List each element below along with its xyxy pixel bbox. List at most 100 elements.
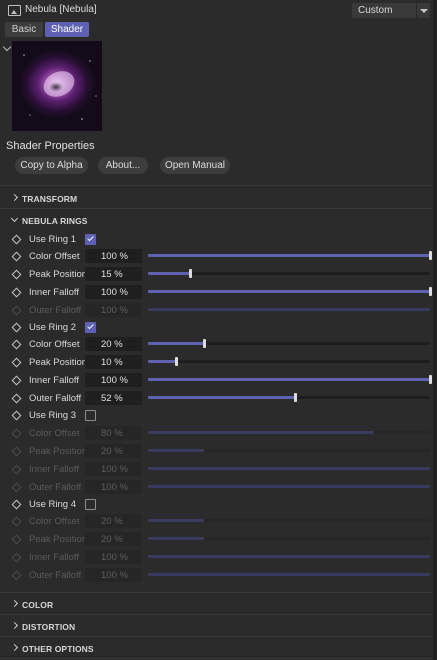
- about-button[interactable]: About...: [98, 157, 148, 174]
- param-slider[interactable]: [148, 357, 430, 366]
- use-ring-3-checkbox[interactable]: [85, 410, 96, 421]
- slider-handle[interactable]: [293, 393, 297, 402]
- param-slider[interactable]: [148, 251, 432, 260]
- diamond-icon[interactable]: [11, 287, 22, 298]
- use-ring-2-row: Use Ring 2: [0, 318, 433, 336]
- param-label: Outer Falloff: [29, 570, 82, 581]
- tab-shader[interactable]: Shader: [45, 22, 89, 37]
- slider-fill: [148, 290, 430, 293]
- chevron-right-icon: [10, 599, 19, 608]
- diamond-icon[interactable]: [11, 499, 22, 510]
- param-value-field[interactable]: 10 %: [85, 355, 142, 369]
- param-value: 10 %: [101, 357, 123, 368]
- param-value: 100 %: [101, 482, 128, 493]
- diamond-icon[interactable]: [11, 251, 22, 262]
- divider: [0, 208, 433, 209]
- param-label: Color Offset: [29, 428, 80, 439]
- chevron-right-icon: [10, 621, 19, 630]
- group-other-options[interactable]: OTHER OPTIONS: [0, 639, 433, 659]
- param-value-field[interactable]: 52 %: [85, 391, 142, 405]
- param-value-field[interactable]: 100 %: [85, 373, 142, 387]
- divider: [0, 592, 433, 593]
- param-value: 80 %: [101, 428, 123, 439]
- param-row: Peak Position 20 %: [0, 442, 433, 460]
- group-transform[interactable]: TRANSFORM: [0, 189, 433, 209]
- chevron-right-icon: [10, 193, 19, 202]
- param-value: 100 %: [101, 251, 128, 262]
- slider-handle[interactable]: [429, 287, 432, 296]
- slider-handle[interactable]: [175, 357, 179, 366]
- properties-panel: Nebula [Nebula] Custom Basic Shader Shad…: [0, 0, 433, 660]
- preset-dropdown[interactable]: Custom: [352, 3, 430, 18]
- scrollbar[interactable]: [433, 0, 437, 660]
- use-ring-2-checkbox[interactable]: [85, 322, 96, 333]
- param-value-field: 100 %: [85, 462, 142, 476]
- use-ring-4-row: Use Ring 4: [0, 495, 433, 513]
- diamond-icon[interactable]: [11, 357, 22, 368]
- param-value-field[interactable]: 100 %: [85, 285, 142, 299]
- slider-handle[interactable]: [429, 375, 432, 384]
- param-slider[interactable]: [148, 269, 430, 278]
- param-label: Color Offset: [29, 251, 80, 262]
- use-ring-1-checkbox[interactable]: [85, 234, 96, 245]
- slider-handle[interactable]: [429, 251, 432, 260]
- open-manual-button[interactable]: Open Manual: [160, 157, 230, 174]
- panel-header: Nebula [Nebula] Custom: [0, 0, 433, 20]
- chevron-down-icon[interactable]: [420, 9, 428, 13]
- diamond-icon[interactable]: [11, 410, 22, 421]
- use-ring-4-checkbox[interactable]: [85, 499, 96, 510]
- diamond-icon[interactable]: [11, 234, 22, 245]
- diamond-icon[interactable]: [11, 269, 22, 280]
- param-value: 20 %: [101, 534, 123, 545]
- copy-to-alpha-button[interactable]: Copy to Alpha: [15, 157, 88, 174]
- param-value-field[interactable]: 100 %: [85, 249, 142, 263]
- group-color[interactable]: COLOR: [0, 595, 433, 615]
- diamond-icon[interactable]: [11, 375, 22, 386]
- param-label: Outer Falloff: [29, 482, 82, 493]
- group-nebula-rings[interactable]: NEBULA RINGS: [0, 211, 433, 231]
- param-value: 20 %: [101, 446, 123, 457]
- diamond-icon[interactable]: [11, 339, 22, 350]
- param-label: Color Offset: [29, 516, 80, 527]
- group-distortion[interactable]: DISTORTION: [0, 617, 433, 637]
- diamond-icon: [11, 428, 22, 439]
- param-value: 15 %: [101, 269, 123, 280]
- tab-basic[interactable]: Basic: [5, 22, 43, 37]
- param-value-field[interactable]: 20 %: [85, 337, 142, 351]
- slider-handle[interactable]: [203, 339, 207, 348]
- param-value-field: 20 %: [85, 444, 142, 458]
- group-label: COLOR: [22, 600, 54, 610]
- shader-properties-title: Shader Properties: [6, 140, 95, 152]
- param-slider[interactable]: [148, 287, 432, 296]
- slider-fill: [148, 308, 430, 311]
- param-slider: [148, 431, 430, 434]
- param-label: Outer Falloff: [29, 393, 82, 404]
- preset-value: Custom: [358, 5, 393, 16]
- param-row: Peak Position 20 %: [0, 530, 433, 548]
- param-row: Peak Position 15 %: [0, 265, 433, 283]
- param-slider: [148, 519, 430, 522]
- param-label: Inner Falloff: [29, 287, 79, 298]
- param-slider[interactable]: [148, 393, 430, 402]
- param-label: Inner Falloff: [29, 552, 79, 563]
- param-label: Peak Position: [29, 357, 88, 368]
- param-slider: [148, 467, 430, 470]
- slider-fill: [148, 519, 205, 522]
- param-slider: [148, 555, 430, 558]
- param-row: Color Offset 20 %: [0, 512, 433, 530]
- param-slider[interactable]: [148, 339, 430, 348]
- divider: [0, 614, 433, 615]
- slider-handle[interactable]: [189, 269, 193, 278]
- collapse-preview-icon[interactable]: [2, 42, 12, 52]
- param-value: 100 %: [101, 464, 128, 475]
- param-value-field: 100 %: [85, 303, 142, 317]
- diamond-icon[interactable]: [11, 393, 22, 404]
- param-value: 100 %: [101, 552, 128, 563]
- diamond-icon[interactable]: [11, 322, 22, 333]
- param-slider: [148, 449, 430, 452]
- param-value-field[interactable]: 15 %: [85, 267, 142, 281]
- use-ring-label: Use Ring 2: [29, 322, 76, 333]
- param-row: Outer Falloff 100 %: [0, 566, 433, 584]
- param-slider[interactable]: [148, 375, 432, 384]
- param-row: Color Offset 80 %: [0, 424, 433, 442]
